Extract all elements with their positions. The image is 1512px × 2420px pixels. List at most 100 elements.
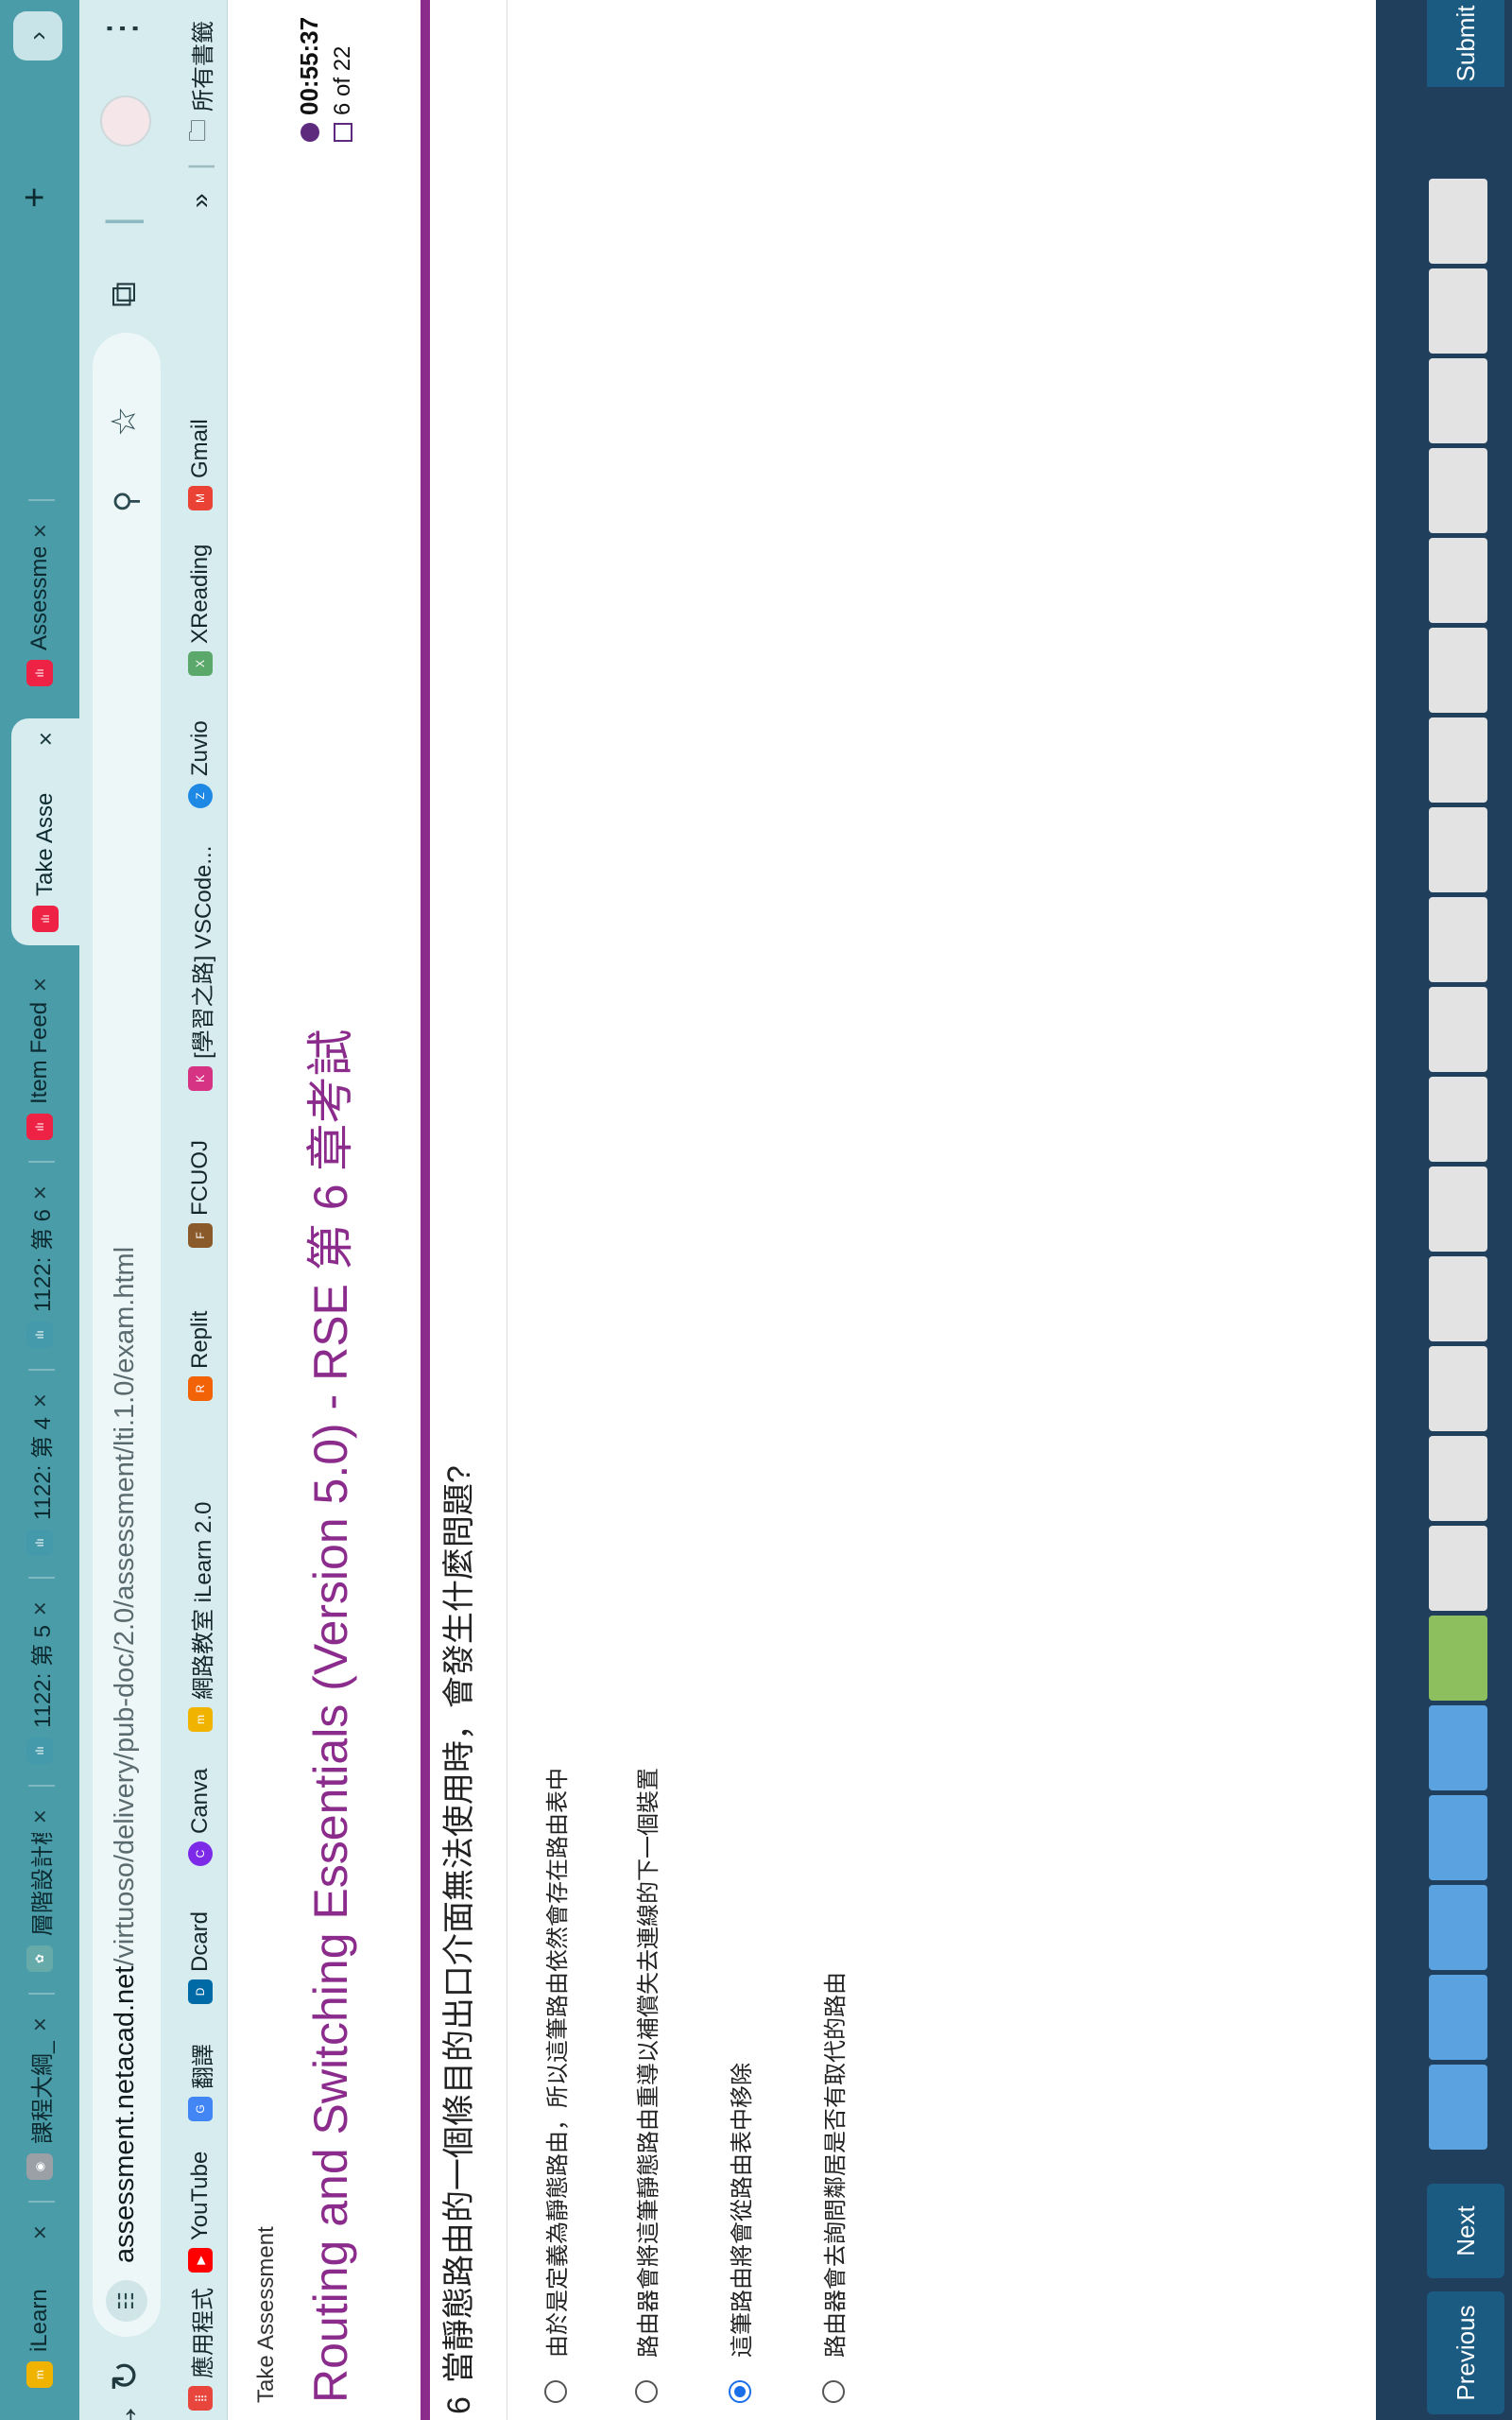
question-nav-box-16[interactable]	[1429, 717, 1487, 803]
radio-button-selected[interactable]	[728, 2380, 751, 2403]
bookmark-apps[interactable]: ⣿ 應用程式	[183, 2288, 217, 2411]
question-nav-box-7[interactable]	[1429, 1526, 1487, 1611]
clock-icon	[300, 123, 319, 142]
bookmark-replit[interactable]: R Replit	[183, 1311, 217, 1401]
bookmark-gmail[interactable]: M Gmail	[183, 419, 217, 510]
question-nav-box-12[interactable]	[1429, 1077, 1487, 1162]
tab-search-chevron-icon[interactable]: ›	[13, 11, 62, 60]
question-count-icon	[334, 123, 352, 142]
bookmarks-overflow-icon[interactable]: »	[183, 193, 217, 208]
question-nav-box-14[interactable]	[1429, 897, 1487, 982]
answer-option-4[interactable]: 路由器會去詢問鄰居是否有取代的路由	[816, 1972, 850, 2403]
bookmark-xreading[interactable]: X XReading	[183, 544, 217, 676]
gmail-icon: M	[188, 486, 213, 510]
radio-button[interactable]	[543, 2380, 567, 2403]
breadcrumb: Take Assessment	[253, 2226, 279, 2403]
url-text[interactable]: assessment.netacad.net/virtuoso/delivery…	[110, 1247, 141, 2263]
question-nav-box-2[interactable]	[1429, 1975, 1487, 2060]
question-nav-box-20[interactable]	[1429, 358, 1487, 443]
tab-1122-ch6[interactable]: ılı 1122: 第 6 ×	[8, 1172, 72, 1361]
question-nav-box-3[interactable]	[1429, 1885, 1487, 1970]
answer-option-3[interactable]: 這筆路由將會從路由表中移除	[723, 2063, 756, 2403]
question-nav-box-9[interactable]	[1429, 1346, 1487, 1431]
avatar[interactable]	[100, 95, 151, 147]
question-nav-box-8[interactable]	[1429, 1436, 1487, 1521]
bookmark-star-icon[interactable]: ☆	[104, 406, 144, 437]
bookmark-fcuoj[interactable]: F FCUOJ	[183, 1140, 217, 1248]
tab-1122-ch5[interactable]: ılı 1122: 第 5 ×	[8, 1588, 72, 1777]
question-nav-box-22[interactable]	[1429, 179, 1487, 264]
tab-title: iLearn	[26, 2289, 52, 2352]
option-label: 這筆路由將會從路由表中移除	[730, 2063, 755, 2358]
radio-button[interactable]	[821, 2380, 845, 2403]
question-nav-box-10[interactable]	[1429, 1256, 1487, 1341]
question-nav-box-13[interactable]	[1429, 987, 1487, 1072]
tab-title: 1122: 第 5	[29, 1625, 56, 1728]
question-nav-box-4[interactable]	[1429, 1795, 1487, 1880]
menu-kebab-icon[interactable]: ⋮	[100, 11, 144, 47]
tab-ilearn[interactable]: m iLearn ×	[8, 2212, 72, 2401]
tab-hierarchical-design[interactable]: ✿ 層階設計模 ×	[8, 1796, 72, 1985]
question-nav-box-11[interactable]	[1429, 1167, 1487, 1252]
tab-title: 1122: 第 4	[29, 1417, 56, 1520]
bookmark-zuvio[interactable]: Z Zuvio	[183, 720, 217, 808]
canva-icon: C	[188, 1841, 213, 1866]
all-bookmarks[interactable]: 🗀 所有書籤	[183, 21, 217, 142]
tab-title: 課程大綱_r	[29, 2041, 56, 2144]
bookmark-translate[interactable]: G 翻譯	[183, 2044, 217, 2121]
tab-1122-ch4[interactable]: ılı 1122: 第 4 ×	[8, 1380, 72, 1569]
bookmark-ilearn[interactable]: m 網路教室 iLearn 2.0	[183, 1502, 217, 1732]
bookmark-dcard[interactable]: D Dcard	[183, 1911, 217, 2004]
question-nav-box-6[interactable]	[1429, 1616, 1487, 1701]
close-tab-icon[interactable]: ×	[26, 1809, 55, 1824]
fcuoj-icon: F	[188, 1223, 213, 1248]
answer-option-2[interactable]: 路由器會將這筆靜態路由重導以補償失去連線的下一個裝置	[629, 1768, 662, 2403]
close-tab-icon[interactable]: ×	[26, 524, 55, 538]
bookmark-youtube[interactable]: ▶ YouTube	[183, 2152, 217, 2273]
submit-button[interactable]: Submit	[1427, 0, 1504, 87]
close-tab-icon[interactable]: ×	[26, 2017, 55, 2031]
ilearn-favicon-icon: m	[26, 2361, 53, 2388]
extensions-icon[interactable]: ⧉	[104, 282, 145, 307]
tab-title: Take Asse	[32, 792, 58, 896]
title-divider	[421, 0, 430, 2420]
tab-item-feedback[interactable]: ılı Item Feed ×	[8, 964, 72, 1153]
tab-title: 層階設計模	[29, 1833, 56, 1936]
bookmark-vscode[interactable]: K [學習之路] VSCode...	[183, 846, 217, 1091]
tab-course-outline[interactable]: ◉ 課程大綱_r ×	[8, 2004, 72, 2193]
question-number: 6	[441, 2396, 477, 2414]
tab-take-assessment[interactable]: ılı Take Asse ×	[11, 718, 79, 945]
cisco-favicon-icon: ılı	[26, 1114, 53, 1140]
bookmarks-divider: |	[184, 163, 215, 170]
radio-button[interactable]	[634, 2380, 658, 2403]
timer-panel: 00:55:37 6 of 22	[295, 9, 356, 142]
site-settings-icon[interactable]: ☷	[106, 2280, 147, 2322]
forward-icon[interactable]: →	[104, 2401, 146, 2420]
close-tab-icon[interactable]: ×	[26, 977, 55, 992]
tab-title: Item Feed	[26, 1001, 52, 1104]
close-tab-icon[interactable]: ×	[26, 1185, 55, 1200]
close-tab-icon[interactable]: ×	[26, 1393, 55, 1408]
address-bar[interactable]: ☷ assessment.netacad.net/virtuoso/delive…	[93, 333, 161, 2337]
new-tab-icon[interactable]: +	[15, 187, 56, 208]
reload-icon[interactable]: ↻	[104, 2360, 147, 2392]
close-tab-icon[interactable]: ×	[31, 732, 60, 746]
question-nav-box-17[interactable]	[1429, 628, 1487, 713]
vscode-bookmark-icon: K	[188, 1066, 213, 1091]
question-nav-box-19[interactable]	[1429, 448, 1487, 533]
close-tab-icon[interactable]: ×	[26, 1601, 55, 1616]
zoom-icon[interactable]: ⚲	[108, 491, 144, 512]
next-button[interactable]: Next	[1427, 2184, 1504, 2278]
bookmark-canva[interactable]: C Canva	[183, 1769, 217, 1866]
answer-option-1[interactable]: 由於是定義為靜態路由，所以這筆路由依然會存在路由表中	[539, 1768, 572, 2403]
tab-assessment[interactable]: ılı Assessme ×	[8, 510, 72, 700]
previous-button[interactable]: Previous	[1427, 2291, 1504, 2414]
question-nav-box-5[interactable]	[1429, 1705, 1487, 1790]
question-nav-box-15[interactable]	[1429, 807, 1487, 892]
close-tab-icon[interactable]: ×	[26, 2225, 55, 2239]
question-nav-box-1[interactable]	[1429, 2065, 1487, 2150]
dcard-icon: D	[188, 1979, 213, 2004]
question-nav-box-18[interactable]	[1429, 538, 1487, 623]
question-nav-box-21[interactable]	[1429, 268, 1487, 354]
option-label: 路由器會將這筆靜態路由重導以補償失去連線的下一個裝置	[636, 1768, 662, 2358]
